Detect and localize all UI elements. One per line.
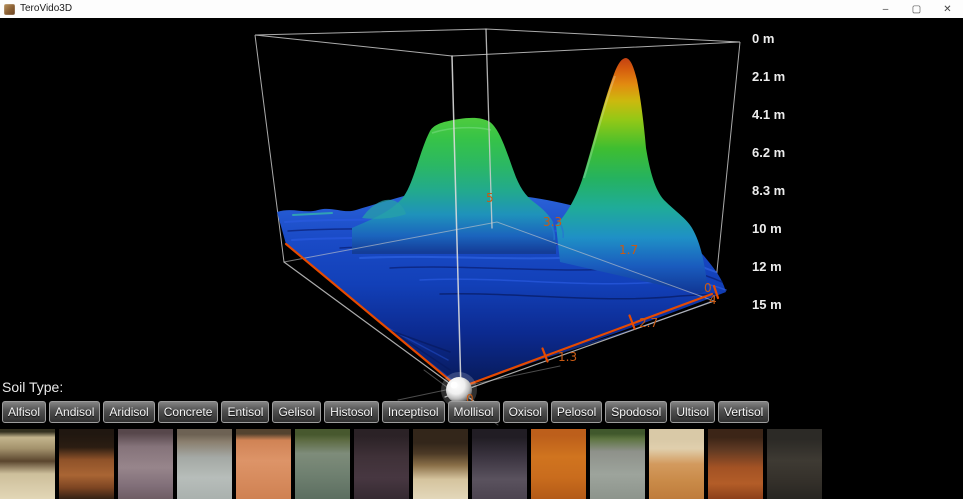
depth-label: 4.1 m bbox=[752, 107, 812, 122]
soil-sample-image-spodosol bbox=[649, 429, 704, 499]
maximize-button[interactable]: ▢ bbox=[901, 0, 932, 18]
close-button[interactable]: ✕ bbox=[932, 0, 963, 18]
soil-type-button-alfisol[interactable]: Alfisol bbox=[2, 401, 46, 423]
soil-type-label: Soil Type: bbox=[2, 379, 63, 395]
soil-type-button-spodosol[interactable]: Spodosol bbox=[605, 401, 667, 423]
x-axis-tick-label: 2.7 bbox=[639, 316, 658, 330]
soil-type-button-concrete[interactable]: Concrete bbox=[158, 401, 219, 423]
soil-sample-image-inceptisol bbox=[413, 429, 468, 499]
soil-sample-image-row bbox=[0, 429, 822, 499]
soil-type-button-vertisol[interactable]: Vertisol bbox=[718, 401, 769, 423]
soil-type-button-aridisol[interactable]: Aridisol bbox=[103, 401, 154, 423]
soil-sample-image-aridisol bbox=[118, 429, 173, 499]
y-axis-tick-label: 0 bbox=[704, 281, 712, 295]
window-title: TeroVido3D bbox=[20, 0, 72, 18]
depth-label: 8.3 m bbox=[752, 183, 812, 198]
soil-type-button-entisol[interactable]: Entisol bbox=[221, 401, 269, 423]
soil-sample-image-alfisol bbox=[0, 429, 55, 499]
soil-sample-image-mollisol bbox=[472, 429, 527, 499]
soil-sample-image-entisol bbox=[236, 429, 291, 499]
y-axis-tick-label: 3.3 bbox=[543, 215, 562, 229]
soil-type-button-pelosol[interactable]: Pelosol bbox=[551, 401, 602, 423]
soil-sample-image-histosol bbox=[354, 429, 409, 499]
soil-sample-image-gelisol bbox=[295, 429, 350, 499]
depth-label: 0 m bbox=[752, 31, 812, 46]
depth-label: 6.2 m bbox=[752, 145, 812, 160]
soil-sample-image-ultisol bbox=[708, 429, 763, 499]
soil-sample-image-vertisol bbox=[767, 429, 822, 499]
surface-peak bbox=[556, 58, 708, 294]
y-axis-tick-label: 1.7 bbox=[619, 243, 638, 257]
soil-type-button-gelisol[interactable]: Gelisol bbox=[272, 401, 321, 423]
soil-sample-image-concrete bbox=[177, 429, 232, 499]
soil-type-button-oxisol[interactable]: Oxisol bbox=[503, 401, 548, 423]
plot-3d-canvas[interactable]: 0 1.3 2.7 4 0 1.7 3.3 5 bbox=[0, 0, 963, 499]
window-titlebar[interactable]: TeroVido3D – ▢ ✕ bbox=[0, 0, 963, 18]
soil-type-button-inceptisol[interactable]: Inceptisol bbox=[382, 401, 445, 423]
soil-type-button-ultisol[interactable]: Ultisol bbox=[670, 401, 715, 423]
soil-sample-image-oxisol bbox=[531, 429, 586, 499]
depth-label: 2.1 m bbox=[752, 69, 812, 84]
x-axis-tick-label: 4 bbox=[709, 293, 717, 307]
soil-sample-image-pelosol bbox=[590, 429, 645, 499]
soil-sample-image-andisol bbox=[59, 429, 114, 499]
soil-type-button-histosol[interactable]: Histosol bbox=[324, 401, 379, 423]
depth-label: 15 m bbox=[752, 297, 812, 312]
app-icon bbox=[4, 4, 15, 15]
soil-type-button-row: Alfisol Andisol Aridisol Concrete Entiso… bbox=[2, 401, 769, 423]
x-axis-tick-label: 1.3 bbox=[558, 350, 577, 364]
soil-type-button-andisol[interactable]: Andisol bbox=[49, 401, 100, 423]
y-axis-tick-label: 5 bbox=[486, 191, 494, 205]
soil-type-button-mollisol[interactable]: Mollisol bbox=[448, 401, 500, 423]
depth-label: 12 m bbox=[752, 259, 812, 274]
depth-label: 10 m bbox=[752, 221, 812, 236]
minimize-button[interactable]: – bbox=[870, 0, 901, 18]
